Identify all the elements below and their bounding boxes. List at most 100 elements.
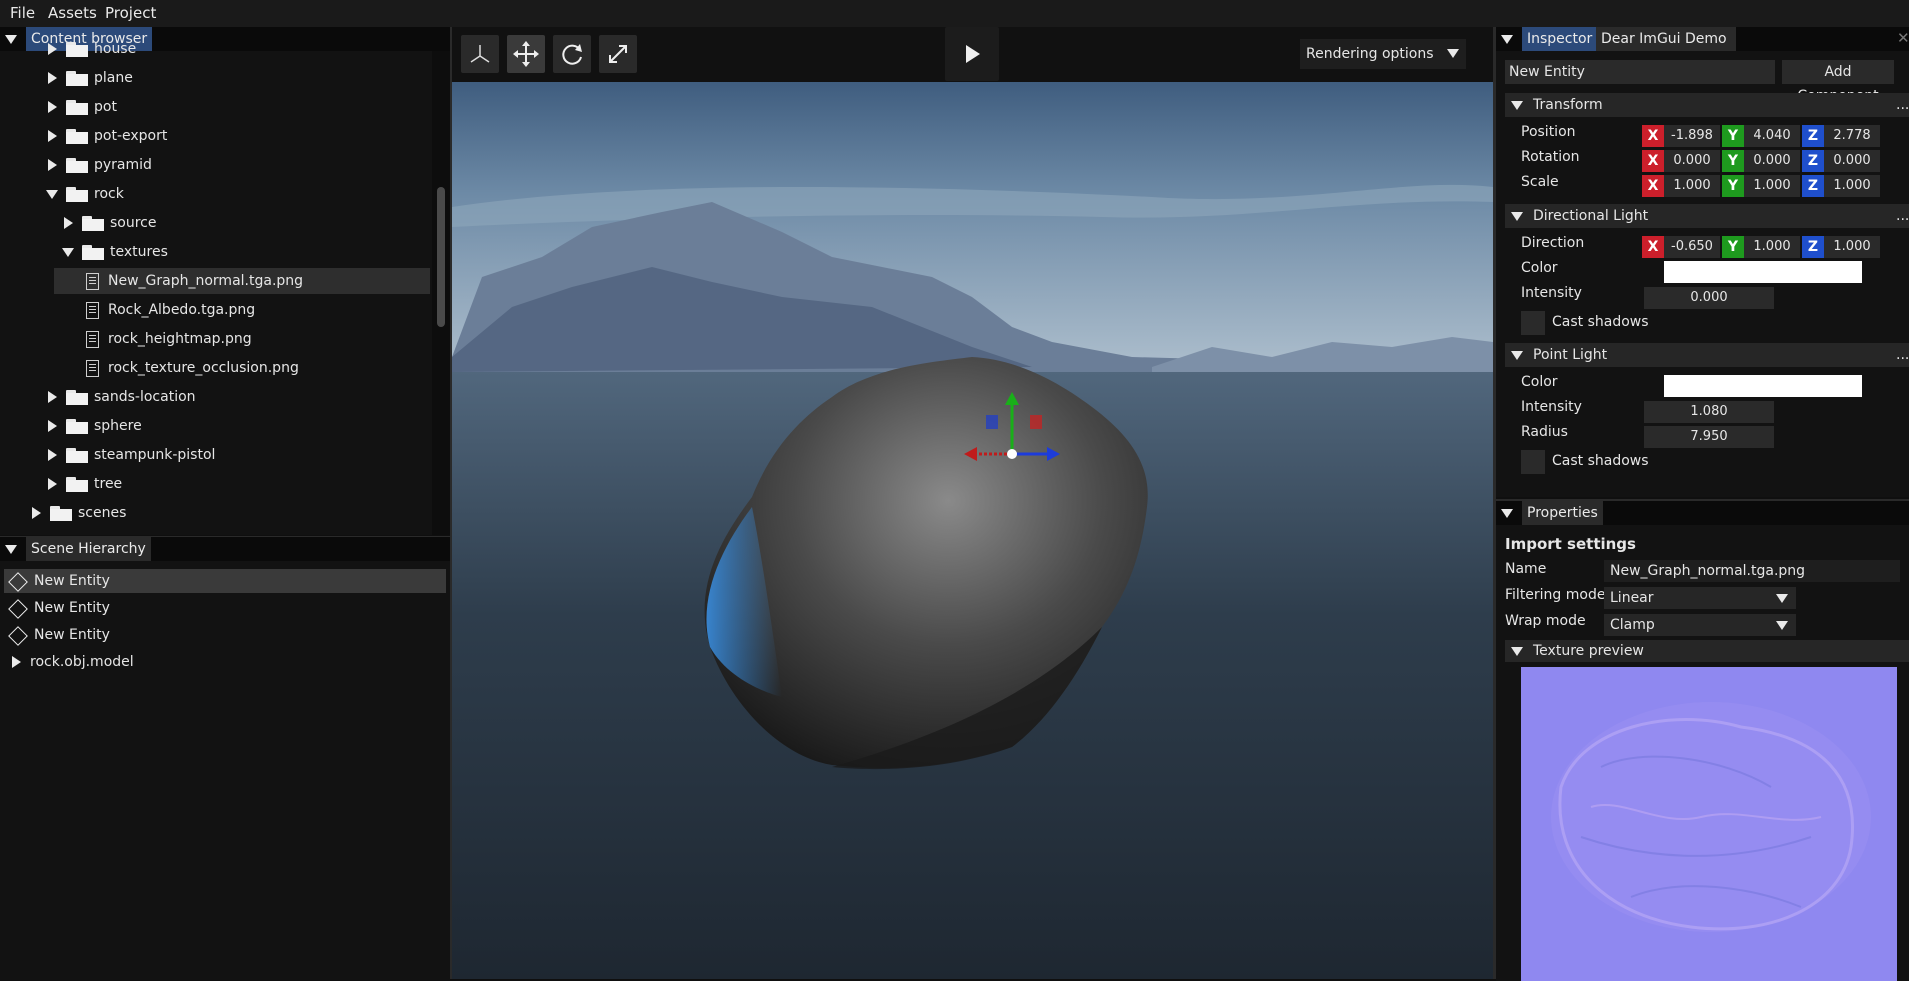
chevron-right-icon[interactable] [48,43,57,55]
position-z-field[interactable]: 2.778 [1824,125,1880,147]
file-row[interactable]: Rock_Albedo.tga.png [0,297,430,323]
close-icon[interactable]: ✕ [1897,29,1909,47]
folder-icon [66,419,88,434]
add-component-button[interactable]: Add Component [1782,60,1894,104]
rendered-scene[interactable] [452,27,1493,979]
chevron-down-icon[interactable] [46,190,58,199]
rotate-tool-button[interactable] [553,35,591,73]
move-tool-button[interactable] [507,35,545,73]
tab-inspector[interactable]: Inspector [1522,27,1598,51]
menu-project[interactable]: Project [105,4,156,22]
collapse-icon[interactable] [5,545,17,554]
transform-header[interactable]: Transform ... [1505,93,1909,117]
panel-divider[interactable] [450,27,452,979]
file-row[interactable]: New_Graph_normal.tga.png [0,268,430,294]
folder-row[interactable]: textures [0,239,430,265]
filtering-mode-dropdown[interactable]: Linear [1604,587,1796,609]
folder-row[interactable]: pot [0,94,430,120]
tab-dear-imgui-demo[interactable]: Dear ImGui Demo [1596,27,1736,51]
dir-color-swatch[interactable] [1664,261,1862,283]
tab-scene-hierarchy[interactable]: Scene Hierarchy [26,537,151,561]
folder-label: pot-export [94,128,168,144]
rotation-y-field[interactable]: 0.000 [1744,150,1800,172]
scale-y-field[interactable]: 1.000 [1744,175,1800,197]
position-x-field[interactable]: -1.898 [1664,125,1720,147]
folder-row[interactable]: tree [0,471,430,497]
scale-z-field[interactable]: 1.000 [1824,175,1880,197]
file-row[interactable]: rock_heightmap.png [0,326,430,352]
chevron-right-icon[interactable] [48,159,57,171]
file-row[interactable]: rock_texture_occlusion.png [0,355,430,381]
more-icon[interactable]: ... [1896,93,1909,117]
folder-row[interactable]: pyramid [0,152,430,178]
entity-row[interactable]: New Entity [0,595,446,621]
chevron-down-icon [1511,212,1523,221]
collapse-icon[interactable] [1501,35,1513,44]
folder-row[interactable]: scenes [0,500,430,526]
direction-z-field[interactable]: 1.000 [1824,236,1880,258]
direction-label: Direction [1521,235,1585,251]
more-icon[interactable]: ... [1896,204,1909,228]
dir-intensity-field[interactable]: 0.000 [1644,287,1774,309]
chevron-right-icon[interactable] [64,217,73,229]
menu-assets[interactable]: Assets [48,4,97,22]
chevron-right-icon[interactable] [48,420,57,432]
direction-x-field[interactable]: -0.650 [1664,236,1720,258]
chevron-right-icon[interactable] [48,478,57,490]
chevron-right-icon[interactable] [48,72,57,84]
folder-row[interactable]: source [0,210,430,236]
point-cast-shadows-checkbox[interactable] [1521,450,1545,474]
point-cast-shadows-label: Cast shadows [1552,453,1649,469]
entity-row[interactable]: New Entity [0,622,446,648]
axis-y-label: Y [1722,125,1744,147]
rotation-x-field[interactable]: 0.000 [1664,150,1720,172]
position-y-field[interactable]: 4.040 [1744,125,1800,147]
folder-row[interactable]: steampunk-pistol [0,442,430,468]
folder-row[interactable]: pot-export [0,123,430,149]
scale-tool-button[interactable] [599,35,637,73]
entity-row[interactable]: New Entity [0,568,446,594]
scene-viewport[interactable]: Rendering options [452,27,1493,979]
entity-name-input[interactable]: New Entity [1505,60,1775,84]
chevron-right-icon[interactable] [48,391,57,403]
folder-icon [66,129,88,144]
folder-row[interactable]: sands-location [0,384,430,410]
content-browser-scrollbar[interactable] [432,51,450,535]
chevron-right-icon[interactable] [48,449,57,461]
play-button[interactable] [945,27,999,81]
chevron-right-icon[interactable] [48,130,57,142]
scale-x-field[interactable]: 1.000 [1664,175,1720,197]
wrap-mode-dropdown[interactable]: Clamp [1604,614,1796,636]
collapse-icon[interactable] [1501,509,1513,518]
position-label: Position [1521,124,1576,140]
chevron-down-icon[interactable] [62,248,74,257]
point-color-swatch[interactable] [1664,375,1862,397]
folder-row[interactable]: house [0,36,430,62]
folder-label: pot [94,99,117,115]
folder-icon [66,158,88,173]
texture-preview-header[interactable]: Texture preview [1505,640,1909,662]
folder-row[interactable]: rock [0,181,430,207]
menu-file[interactable]: File [10,4,35,22]
point-light-header[interactable]: Point Light ... [1505,343,1909,367]
direction-y-field[interactable]: 1.000 [1744,236,1800,258]
texture-name-field[interactable]: New_Graph_normal.tga.png [1604,560,1900,582]
folder-row[interactable]: plane [0,65,430,91]
rendering-options-dropdown[interactable]: Rendering options [1300,39,1466,69]
rotation-z-field[interactable]: 0.000 [1824,150,1880,172]
dir-cast-shadows-checkbox[interactable] [1521,311,1545,335]
expand-icon[interactable] [12,656,21,668]
file-icon [86,360,99,377]
axes-tool-button[interactable] [461,35,499,73]
scrollbar-thumb[interactable] [437,187,445,327]
chevron-right-icon[interactable] [48,101,57,113]
model-row[interactable]: rock.obj.model [0,649,440,675]
point-intensity-field[interactable]: 1.080 [1644,401,1774,423]
chevron-right-icon[interactable] [32,507,41,519]
tab-properties[interactable]: Properties [1522,501,1603,525]
directional-light-header[interactable]: Directional Light ... [1505,204,1909,228]
properties-titlebar: Properties [1496,501,1909,525]
folder-row[interactable]: sphere [0,413,430,439]
radius-field[interactable]: 7.950 [1644,426,1774,448]
more-icon[interactable]: ... [1896,343,1909,367]
